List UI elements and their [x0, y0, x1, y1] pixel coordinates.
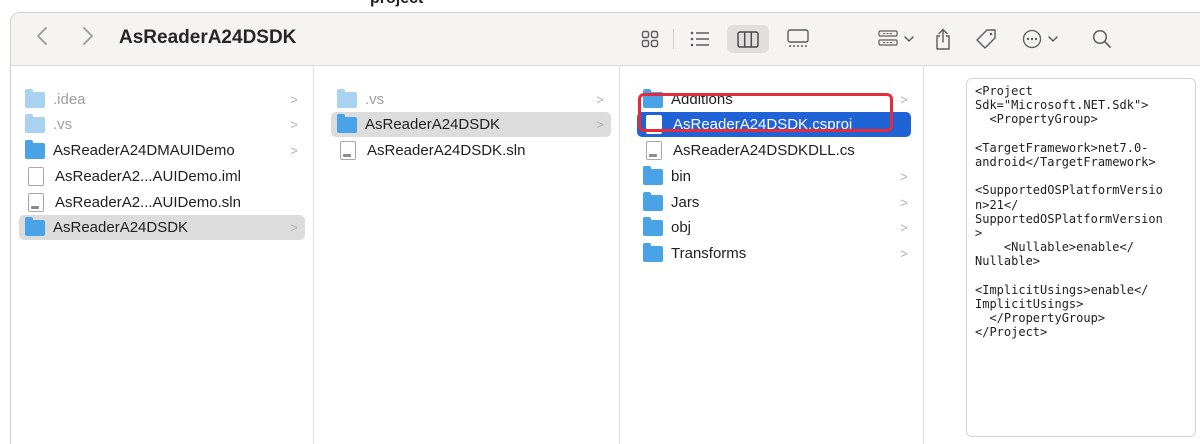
chevron-right-icon: > — [290, 117, 298, 132]
chevron-right-icon: > — [290, 143, 298, 158]
list-item-selected[interactable]: AsReaderA24DSDK > — [331, 112, 611, 137]
file-icon — [340, 141, 356, 160]
folder-icon — [25, 113, 45, 133]
group-icon — [878, 30, 914, 46]
file-type-tag — [343, 154, 351, 157]
folder-icon — [25, 139, 45, 159]
item-label: .idea — [53, 91, 86, 108]
chevron-right-icon: > — [596, 117, 604, 132]
item-label: AsReaderA24DSDKDLL.cs — [673, 142, 855, 159]
highlight-annotation — [638, 93, 893, 132]
column-view-icon — [737, 30, 759, 48]
file-preview-pane: <Project Sdk="Microsoft.NET.Sdk"> <Prope… — [966, 78, 1196, 437]
chevron-right-icon: > — [290, 92, 298, 107]
chevron-right-icon: > — [596, 92, 604, 107]
item-label: bin — [671, 168, 692, 185]
list-item[interactable]: AsReaderA24DSDKDLL.cs — [637, 138, 915, 163]
cropped-caption-text: project — [370, 0, 423, 8]
chevron-right-icon: > — [900, 246, 908, 261]
chevron-left-icon — [37, 27, 47, 45]
chevron-right-icon: > — [900, 169, 908, 184]
list-item[interactable]: .idea > — [19, 87, 305, 112]
share-button[interactable] — [927, 25, 959, 53]
toolbar-divider — [673, 29, 674, 49]
column-view-button[interactable] — [727, 25, 769, 53]
list-item[interactable]: .vs > — [19, 112, 305, 137]
toolbar: AsReaderA24DSDK — [11, 13, 1200, 66]
file-icon — [28, 193, 44, 212]
search-icon — [1092, 29, 1111, 48]
list-view-button[interactable] — [683, 25, 717, 53]
back-button[interactable] — [29, 25, 55, 53]
chevron-right-icon: > — [900, 92, 908, 107]
file-type-tag — [31, 206, 39, 209]
list-view-icon — [690, 31, 709, 47]
folder-icon — [643, 165, 663, 185]
forward-button[interactable] — [75, 25, 101, 53]
list-item-selected[interactable]: AsReaderA24DSDK > — [19, 215, 305, 240]
item-label: obj — [671, 219, 692, 236]
folder-icon — [643, 242, 663, 262]
item-label: Jars — [671, 194, 700, 211]
more-button[interactable] — [1017, 25, 1067, 53]
folder-icon — [25, 216, 45, 236]
window-title: AsReaderA24DSDK — [119, 27, 297, 48]
chevron-right-icon — [83, 27, 93, 45]
chevron-right-icon: > — [900, 220, 908, 235]
item-label: AsReaderA24DSDK.sln — [367, 142, 526, 159]
column-2: .vs > AsReaderA24DSDK > AsReaderA24DSDK.… — [323, 66, 620, 444]
file-icon — [28, 167, 44, 186]
tag-icon — [976, 29, 996, 49]
column-1: .idea > .vs > AsReaderA24DMAUIDemo > AsR… — [11, 66, 314, 444]
item-label: AsReaderA24DMAUIDemo — [53, 142, 235, 159]
gallery-view-icon — [787, 29, 809, 47]
folder-icon — [337, 88, 357, 108]
tag-button[interactable] — [969, 25, 1003, 53]
list-item[interactable]: AsReaderA24DSDK.sln — [331, 138, 611, 163]
list-item[interactable]: Transforms > — [637, 241, 915, 266]
item-label: AsReaderA24DSDK — [53, 219, 189, 236]
folder-icon — [337, 113, 357, 133]
chevron-right-icon: > — [290, 220, 298, 235]
list-item[interactable]: AsReaderA2...AUIDemo.sln — [19, 190, 305, 215]
item-label: AsReaderA2...AUIDemo.sln — [55, 194, 241, 211]
item-label: Transforms — [671, 245, 747, 262]
share-icon — [936, 28, 950, 50]
folder-icon — [643, 191, 663, 211]
list-item[interactable]: Jars > — [637, 190, 915, 215]
item-label: AsReaderA2...AUIDemo.iml — [55, 168, 241, 185]
item-label: .vs — [53, 116, 73, 133]
folder-icon — [643, 216, 663, 236]
file-type-tag — [649, 154, 657, 157]
list-item[interactable]: AsReaderA24DMAUIDemo > — [19, 138, 305, 163]
folder-icon — [25, 88, 45, 108]
file-icon — [646, 141, 662, 160]
icon-view-icon — [641, 30, 659, 48]
item-label: AsReaderA24DSDK — [365, 116, 501, 133]
list-item[interactable]: .vs > — [331, 87, 611, 112]
cropped-caption: project — [0, 0, 1200, 12]
icon-view-button[interactable] — [635, 25, 665, 53]
gallery-view-button[interactable] — [777, 25, 819, 53]
item-label: .vs — [365, 91, 385, 108]
chevron-right-icon: > — [900, 195, 908, 210]
file-preview-content: <Project Sdk="Microsoft.NET.Sdk"> <Prope… — [975, 84, 1163, 340]
list-item[interactable]: bin > — [637, 164, 915, 189]
more-icon — [1022, 29, 1058, 49]
search-button[interactable] — [1087, 25, 1117, 53]
list-item[interactable]: AsReaderA2...AUIDemo.iml — [19, 164, 305, 189]
group-button[interactable] — [873, 25, 923, 53]
list-item[interactable]: obj > — [637, 215, 915, 240]
